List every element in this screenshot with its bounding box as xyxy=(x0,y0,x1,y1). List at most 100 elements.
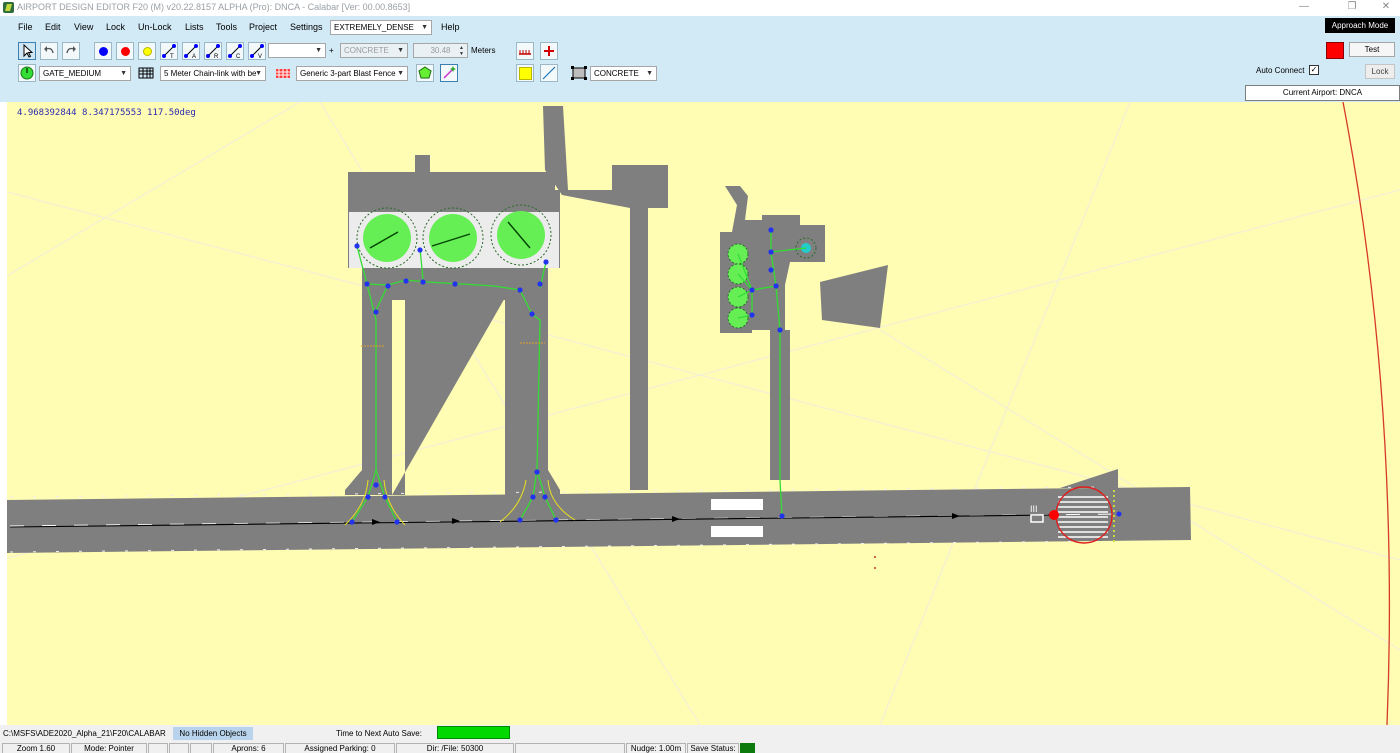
chevron-down-icon: ▼ xyxy=(315,47,322,54)
save-status-label: Save Status: xyxy=(687,743,739,753)
pavement-group[interactable] xyxy=(7,106,1191,553)
red-dot-icon xyxy=(121,47,130,56)
gate-type-select[interactable]: GATE_MEDIUM ▼ xyxy=(39,66,131,81)
width-stepper[interactable]: 30.48 ▲ ▼ xyxy=(413,43,468,58)
blue-node-button[interactable] xyxy=(94,42,112,60)
close-button[interactable]: ✕ xyxy=(1372,0,1400,16)
magic-wand-button[interactable] xyxy=(440,64,458,82)
add-object-button[interactable] xyxy=(540,42,558,60)
taxiway-name-select[interactable]: ▼ xyxy=(268,43,326,58)
taxi-link-icon: R xyxy=(206,44,220,60)
redo-button[interactable] xyxy=(62,42,80,60)
surface-select[interactable]: CONCRETE ▼ xyxy=(340,43,408,58)
yellow-node-button[interactable] xyxy=(138,42,156,60)
maximize-button[interactable]: ❐ xyxy=(1338,0,1366,16)
menu-unlock[interactable]: Un-Lock xyxy=(138,22,172,32)
menu-lists[interactable]: Lists xyxy=(185,22,204,32)
apron-icon xyxy=(571,66,587,80)
status-bar-details: Zoom 1.60 Mode: Pointer Aprons: 6 Assign… xyxy=(0,742,1400,753)
status-bar: C:\MSFS\ADE2020_Alpha_21\F20\CALABAR No … xyxy=(0,725,1400,742)
width-unit-label: Meters xyxy=(471,46,496,55)
apron-tool-button[interactable] xyxy=(570,64,588,82)
touchdown-marking xyxy=(711,499,763,510)
service-road[interactable] xyxy=(543,106,668,490)
svg-text:A: A xyxy=(192,54,196,59)
map-grid xyxy=(7,102,1400,725)
airport-map-canvas[interactable]: III 4.968392844 8.347175553 117.50deg xyxy=(7,102,1400,725)
menu-help[interactable]: Help xyxy=(441,22,460,32)
chevron-down-icon: ▼ xyxy=(397,70,404,77)
surface-select-value: CONCRETE xyxy=(344,46,389,55)
status-cell-empty xyxy=(515,743,625,753)
taxi-link-icon: A xyxy=(184,44,198,60)
aprons-count: Aprons: 6 xyxy=(213,743,284,753)
minimize-button[interactable]: — xyxy=(1290,0,1318,16)
gate-tool-button[interactable] xyxy=(18,64,36,82)
hangar-block[interactable] xyxy=(820,265,888,328)
taxi-tool-v-button[interactable]: V xyxy=(248,42,266,60)
map-left-margin xyxy=(0,102,7,725)
menu-project[interactable]: Project xyxy=(249,22,277,32)
menu-view[interactable]: View xyxy=(74,22,93,32)
window-title: AIRPORT DESIGN EDITOR F20 (M) v20.22.815… xyxy=(17,2,411,12)
pointer-tool-button[interactable] xyxy=(18,42,36,60)
chevron-down-icon: ▼ xyxy=(255,70,262,77)
plus-icon xyxy=(544,46,554,56)
zoom-level: Zoom 1.60 xyxy=(2,743,70,753)
undo-button[interactable] xyxy=(40,42,58,60)
fence-type-select[interactable]: 5 Meter Chain-link with be ▼ xyxy=(160,66,266,81)
parking-spot[interactable] xyxy=(497,211,545,259)
autosave-label: Time to Next Auto Save: xyxy=(336,729,422,738)
gate-parking-icon xyxy=(20,66,34,80)
polygon-tool-button[interactable] xyxy=(416,64,434,82)
line-tool-button[interactable] xyxy=(540,64,558,82)
blast-fence-value: Generic 3-part Blast Fence xyxy=(300,69,396,78)
density-select[interactable]: EXTREMELY_DENSE ▼ xyxy=(330,20,432,35)
runway-start-node[interactable] xyxy=(1049,510,1059,520)
fence-grid-icon xyxy=(138,67,154,79)
yellow-dot-icon xyxy=(143,47,152,56)
test-button[interactable]: Test xyxy=(1349,42,1395,57)
color-indicator[interactable] xyxy=(1326,42,1344,59)
red-node-button[interactable] xyxy=(116,42,134,60)
redo-icon xyxy=(66,46,76,54)
auto-connect-checkbox[interactable]: ✓ xyxy=(1309,65,1319,75)
parking-spot[interactable] xyxy=(429,214,477,262)
menu-lock[interactable]: Lock xyxy=(106,22,125,32)
project-path: C:\MSFS\ADE2020_Alpha_21\F20\CALABAR xyxy=(3,729,166,738)
fence-tool-button[interactable] xyxy=(137,64,155,82)
lock-button[interactable]: Lock xyxy=(1365,64,1395,79)
airport-drawing[interactable]: III xyxy=(7,102,1400,725)
stepper-arrows-icon[interactable]: ▲ ▼ xyxy=(459,45,464,57)
pointer-icon xyxy=(23,43,34,58)
menu-settings[interactable]: Settings xyxy=(290,22,323,32)
apron-surface-select[interactable]: CONCRETE ▼ xyxy=(590,66,657,81)
taxi-link-icon: C xyxy=(228,44,242,60)
add-taxiway-name-button[interactable]: + xyxy=(329,46,334,55)
cursor-coordinates: 4.968392844 8.347175553 117.50deg xyxy=(17,108,196,118)
blast-fence-select[interactable]: Generic 3-part Blast Fence ▼ xyxy=(296,66,408,81)
taxi-tool-r-button[interactable]: R xyxy=(204,42,222,60)
autosave-progress-bar xyxy=(437,726,510,739)
menu-tools[interactable]: Tools xyxy=(216,22,237,32)
runway-end-node[interactable] xyxy=(1116,511,1122,517)
approach-mode-button[interactable]: Approach Mode xyxy=(1325,18,1395,33)
loop-taxiway[interactable] xyxy=(345,268,560,495)
menu-file[interactable]: File xyxy=(18,22,33,32)
gate-type-value: GATE_MEDIUM xyxy=(43,69,102,78)
svg-text:C: C xyxy=(236,54,241,59)
hidden-objects-badge[interactable]: No Hidden Objects xyxy=(173,727,253,740)
yellow-square-icon xyxy=(519,67,532,80)
polygon-icon xyxy=(418,66,432,79)
edge-lights-button[interactable] xyxy=(516,42,534,60)
status-cell-empty xyxy=(148,743,168,753)
touchdown-marking xyxy=(711,526,763,537)
blast-fence-tool-button[interactable] xyxy=(274,64,292,82)
menu-edit[interactable]: Edit xyxy=(45,22,61,32)
taxi-tool-t-button[interactable]: T xyxy=(160,42,178,60)
blue-dot-icon xyxy=(99,47,108,56)
taxi-tool-c-button[interactable]: C xyxy=(226,42,244,60)
taxi-tool-a-button[interactable]: A xyxy=(182,42,200,60)
yellow-square-button[interactable] xyxy=(516,64,534,82)
current-airport-display: Current Airport: DNCA xyxy=(1245,85,1400,101)
